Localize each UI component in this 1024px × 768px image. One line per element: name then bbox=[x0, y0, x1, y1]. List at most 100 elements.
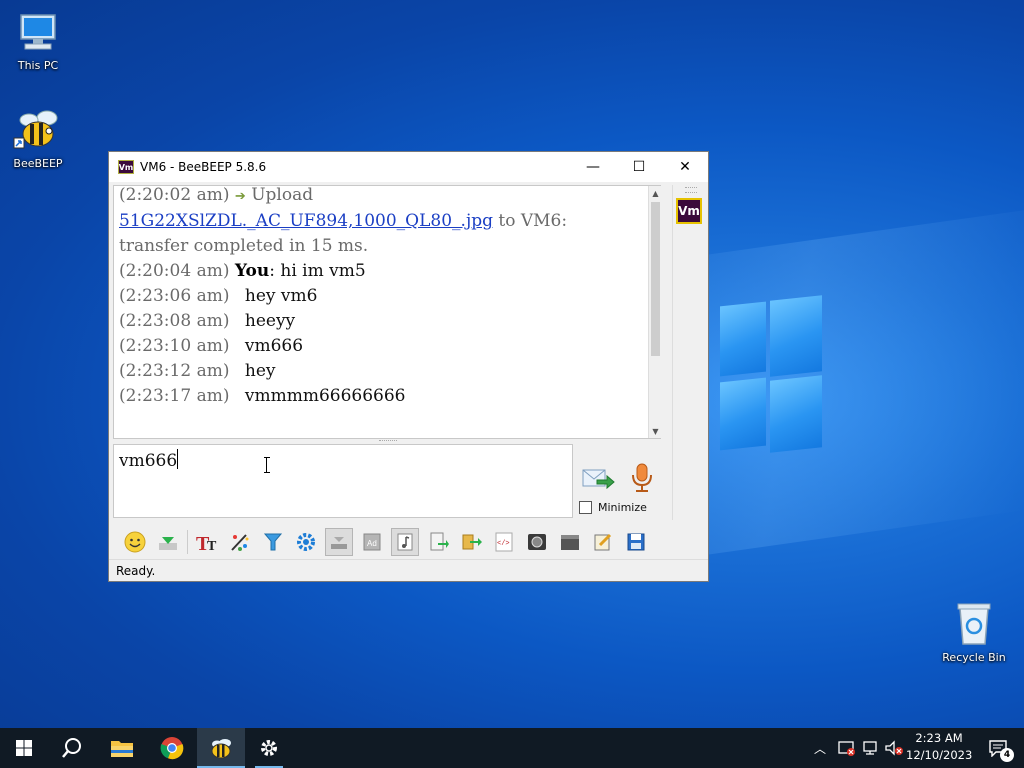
message-text: vm666 bbox=[244, 336, 304, 356]
desktop-icon-recycle-bin[interactable]: Recycle Bin bbox=[938, 600, 1010, 664]
notification-count-badge: 4 bbox=[1000, 748, 1014, 762]
app-icon: Vm bbox=[118, 160, 134, 174]
bee-icon bbox=[211, 739, 231, 759]
voice-button[interactable]: Ad bbox=[358, 528, 386, 556]
scroll-up-icon[interactable]: ▲ bbox=[649, 186, 662, 200]
toolbar-separator bbox=[187, 530, 188, 554]
folder-icon bbox=[111, 741, 133, 757]
chat-history[interactable]: (2:20:02 am) ➔ Upload 51G22XSlZDL._AC_UF… bbox=[113, 185, 661, 439]
chevron-up-icon: ︿ bbox=[814, 741, 827, 756]
message-text: heeyy bbox=[244, 311, 296, 331]
send-file-button[interactable] bbox=[154, 528, 182, 556]
code-button[interactable]: </> bbox=[490, 528, 518, 556]
security-warning-icon bbox=[838, 741, 855, 756]
save-chat-icon bbox=[430, 532, 449, 551]
taskbar-settings[interactable] bbox=[245, 728, 293, 768]
share-button[interactable] bbox=[457, 528, 485, 556]
svg-text:</>: </> bbox=[497, 540, 510, 548]
sound-icon bbox=[397, 533, 413, 551]
history-icon bbox=[561, 535, 579, 550]
taskbar-file-explorer[interactable] bbox=[98, 728, 146, 768]
voice-record-button[interactable] bbox=[629, 462, 655, 494]
voice-icon: Ad bbox=[363, 533, 381, 551]
chat-scrollbar[interactable]: ▲ ▼ bbox=[648, 186, 662, 438]
font-color-button[interactable] bbox=[226, 528, 254, 556]
tray-network[interactable] bbox=[862, 728, 880, 768]
sound-button[interactable] bbox=[391, 528, 419, 556]
splitter-handle[interactable] bbox=[379, 440, 397, 443]
save-chat-button[interactable] bbox=[424, 528, 452, 556]
minimize-label: Minimize bbox=[598, 501, 647, 514]
window-title: VM6 - BeeBEEP 5.8.6 bbox=[140, 160, 267, 174]
desktop-icon-this-pc[interactable]: This PC bbox=[2, 12, 74, 72]
panel-grip[interactable] bbox=[685, 187, 697, 193]
svg-text:Ad: Ad bbox=[367, 539, 377, 548]
chat-line-upload-status: transfer completed in 15 ms. bbox=[119, 234, 660, 259]
send-envelope-icon bbox=[582, 469, 615, 490]
font-button[interactable]: TT bbox=[193, 528, 221, 556]
scroll-thumb[interactable] bbox=[651, 202, 660, 356]
search-icon bbox=[62, 738, 81, 758]
windows-start-icon bbox=[16, 740, 32, 756]
clock-time: 2:23 AM bbox=[915, 731, 963, 745]
taskbar-clock[interactable]: 2:23 AM 12/10/2023 bbox=[906, 730, 972, 764]
send-button[interactable] bbox=[581, 464, 615, 494]
share-icon bbox=[462, 534, 482, 550]
chat-window: Vm VM6 - BeeBEEP 5.8.6 — ☐ ✕ (2:20:02 am… bbox=[108, 151, 709, 582]
minimize-option[interactable]: Minimize bbox=[579, 501, 647, 514]
filter-button[interactable] bbox=[259, 528, 287, 556]
message-time: (2:23:06 am) bbox=[119, 286, 230, 306]
search-button[interactable] bbox=[48, 728, 96, 768]
recycle-bin-icon bbox=[957, 603, 991, 645]
settings-button[interactable] bbox=[292, 528, 320, 556]
tray-volume[interactable] bbox=[884, 728, 904, 768]
network-icon bbox=[863, 741, 877, 755]
maximize-button[interactable]: ☐ bbox=[616, 152, 662, 182]
bee-icon bbox=[13, 110, 58, 149]
computer-icon bbox=[20, 14, 56, 50]
close-button[interactable]: ✕ bbox=[662, 152, 708, 182]
history-button[interactable] bbox=[556, 528, 584, 556]
taskbar-beebeep[interactable] bbox=[197, 728, 245, 768]
minimize-button[interactable]: — bbox=[570, 152, 616, 182]
windows-logo-wallpaper bbox=[712, 290, 824, 453]
message-input[interactable]: vm666 bbox=[113, 444, 573, 518]
screenshot-button[interactable] bbox=[523, 528, 551, 556]
message-text: vmmmm66666666 bbox=[244, 386, 406, 406]
microphone-icon bbox=[632, 463, 652, 492]
minimize-checkbox[interactable] bbox=[579, 501, 592, 514]
message-text: hey vm6 bbox=[244, 286, 318, 306]
clock-date: 12/10/2023 bbox=[906, 748, 973, 762]
emoticon-button[interactable] bbox=[121, 528, 149, 556]
chat-line: (2:23:17 am) vmmmm66666666 bbox=[119, 384, 660, 409]
user-panel: Vm bbox=[672, 185, 707, 520]
desktop-icon-label: BeeBEEP bbox=[13, 157, 63, 170]
font-icon: TT bbox=[196, 533, 217, 553]
chat-toolbar: TT Ad </> bbox=[121, 526, 655, 558]
chat-line-upload: (2:20:02 am) ➔ Upload bbox=[119, 186, 660, 209]
upload-target: to VM6: bbox=[492, 211, 568, 231]
scroll-down-icon[interactable]: ▼ bbox=[649, 424, 662, 438]
text-caret bbox=[177, 449, 179, 469]
upload-arrow-icon: ➔ bbox=[234, 189, 246, 204]
save-button[interactable] bbox=[622, 528, 650, 556]
save-icon bbox=[627, 533, 645, 551]
desktop-icon-beebeep[interactable]: BeeBEEP bbox=[2, 108, 74, 170]
taskbar-chrome[interactable] bbox=[148, 728, 196, 768]
title-bar[interactable]: Vm VM6 - BeeBEEP 5.8.6 — ☐ ✕ bbox=[109, 152, 708, 182]
message-text: hey bbox=[244, 361, 276, 381]
upload-status: transfer completed in 15 ms. bbox=[119, 236, 369, 256]
chat-line: (2:23:08 am) heeyy bbox=[119, 309, 660, 334]
maximize-icon: ☐ bbox=[632, 159, 646, 175]
action-center-button[interactable]: 4 bbox=[980, 728, 1016, 768]
chat-line-you: (2:20:04 am) You: hi im vm5 bbox=[119, 259, 660, 284]
tray-overflow-button[interactable]: ︿ bbox=[814, 728, 826, 768]
compact-view-icon bbox=[331, 537, 347, 549]
compact-view-button[interactable] bbox=[325, 528, 353, 556]
sender-you: You bbox=[234, 261, 270, 281]
tray-security[interactable] bbox=[838, 728, 856, 768]
uploaded-file-link[interactable]: 51G22XSlZDL._AC_UF894,1000_QL80_.jpg bbox=[119, 211, 493, 231]
start-button[interactable] bbox=[0, 728, 48, 768]
user-avatar[interactable]: Vm bbox=[676, 198, 702, 224]
clear-button[interactable] bbox=[589, 528, 617, 556]
